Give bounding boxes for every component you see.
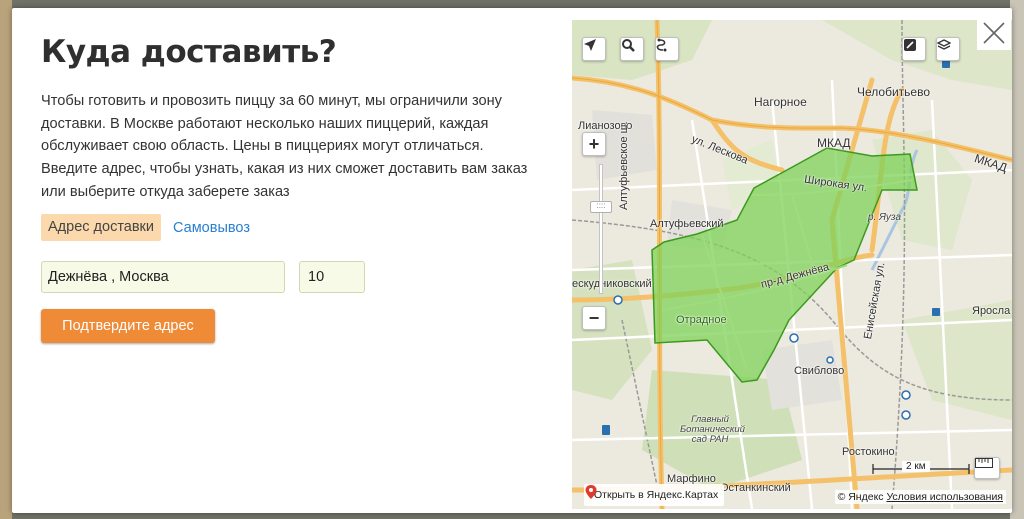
map-label-altufevskoe: Алтуфьевское ш.	[618, 121, 630, 210]
map-canvas	[572, 20, 1012, 509]
ruler-icon[interactable]	[974, 457, 1000, 479]
backdrop-left	[0, 0, 12, 519]
map-label-mkad-1: МКАД	[817, 136, 851, 150]
zoom-out-button[interactable]: −	[582, 306, 606, 330]
map-label-botanical: Главный Ботанический сад РАН	[680, 414, 745, 445]
search-icon[interactable]	[620, 37, 644, 61]
traffic-icon[interactable]	[902, 37, 926, 61]
map-label-rostokino: Ростокино	[842, 446, 895, 458]
map-scale: 2 км	[872, 460, 970, 478]
map-label-yaroslavl: Яросла	[972, 305, 1011, 317]
terms-link[interactable]: Условия использования	[886, 491, 1003, 503]
delivery-map[interactable]: Нагорное Челобитьево Лианозово ул. Леско…	[572, 20, 1012, 509]
map-label-ostankinsky: Останкинский	[720, 482, 791, 494]
map-label-nagornoe: Нагорное	[754, 95, 807, 109]
backdrop-right	[1010, 0, 1024, 519]
modal-description: Чтобы готовить и провозить пиццу за 60 м…	[41, 93, 528, 200]
open-in-yandex-label: Открыть в Яндекс.Картах	[594, 489, 719, 501]
layers-icon[interactable]	[936, 37, 960, 61]
map-copyright: © Яндекс Условия использования	[834, 490, 1006, 504]
location-arrow-icon[interactable]	[582, 37, 606, 61]
open-in-yandex-link[interactable]: Открыть в Яндекс.Картах	[584, 484, 725, 506]
map-label-skudninkovsky: ескудниковский	[572, 278, 652, 290]
confirm-address-button[interactable]: Подтвердите адрес	[41, 309, 215, 343]
route-icon[interactable]	[655, 37, 679, 61]
zoom-slider-track[interactable]	[599, 164, 603, 294]
house-number-input[interactable]	[299, 261, 365, 293]
address-input[interactable]	[41, 261, 285, 293]
tab-pickup[interactable]: Самовывоз	[173, 220, 250, 236]
map-label-altufevsky: Алтуфьевский	[650, 218, 724, 230]
map-label-sviblovo: Свиблово	[794, 365, 845, 377]
tab-delivery-address[interactable]: Адрес доставки	[41, 214, 162, 241]
map-pin-icon	[585, 485, 597, 499]
map-label-chelobitevo: Челобитьево	[857, 85, 930, 99]
delivery-tabs: Адрес доставки Самовывоз	[41, 214, 250, 241]
zoom-slider-handle[interactable]: ::::	[590, 201, 612, 213]
delivery-modal: Куда доставить? Чтобы готовить и провози…	[12, 8, 1012, 513]
scale-label: 2 км	[902, 461, 930, 472]
close-icon[interactable]	[977, 16, 1011, 50]
modal-title: Куда доставить?	[41, 34, 337, 70]
map-label-otradnoe: Отрадное	[676, 314, 727, 326]
zoom-in-button[interactable]: +	[582, 132, 606, 156]
copyright-text: © Яндекс	[837, 491, 884, 503]
map-label-yauza: р. Яуза	[868, 212, 902, 223]
